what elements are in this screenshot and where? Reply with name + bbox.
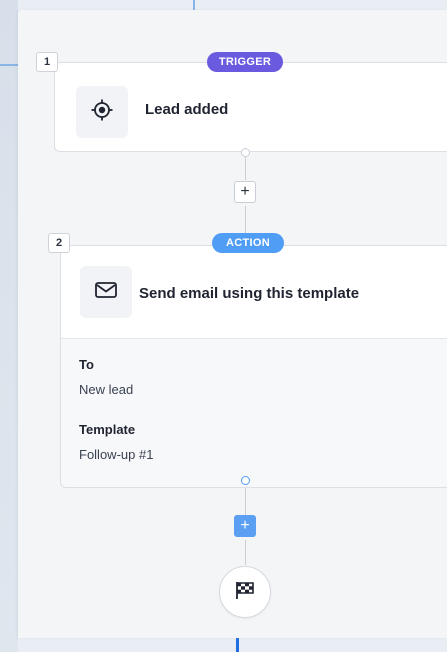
- envelope-icon: [94, 280, 118, 305]
- finish-node[interactable]: [219, 566, 271, 618]
- step-number: 2: [48, 233, 70, 253]
- checkered-flag-icon: [234, 580, 256, 605]
- action-badge: ACTION: [212, 233, 284, 253]
- trigger-icon-tile: [76, 86, 128, 138]
- connector-dot-active: [241, 476, 250, 485]
- action-details-panel: [61, 338, 447, 487]
- step-number: 1: [36, 52, 58, 72]
- template-value: Follow-up #1: [79, 447, 154, 462]
- to-value: New lead: [79, 382, 134, 397]
- connector-dot: [241, 148, 250, 157]
- background-panel: [0, 0, 18, 652]
- add-step-button[interactable]: +: [234, 181, 256, 203]
- connector-line: [245, 540, 246, 565]
- target-icon: [90, 98, 114, 127]
- trigger-badge: TRIGGER: [207, 52, 283, 72]
- background-connector-top: [193, 0, 195, 10]
- connector-line: [245, 488, 246, 515]
- to-label: To: [79, 357, 94, 372]
- background-connector-bottom: [236, 638, 239, 652]
- action-title: Send email using this template: [139, 285, 360, 302]
- connector-line: [245, 206, 246, 234]
- template-label: Template: [79, 422, 136, 437]
- trigger-title: Lead added: [145, 101, 229, 118]
- action-icon-tile: [80, 266, 132, 318]
- add-step-button-active[interactable]: +: [234, 515, 256, 537]
